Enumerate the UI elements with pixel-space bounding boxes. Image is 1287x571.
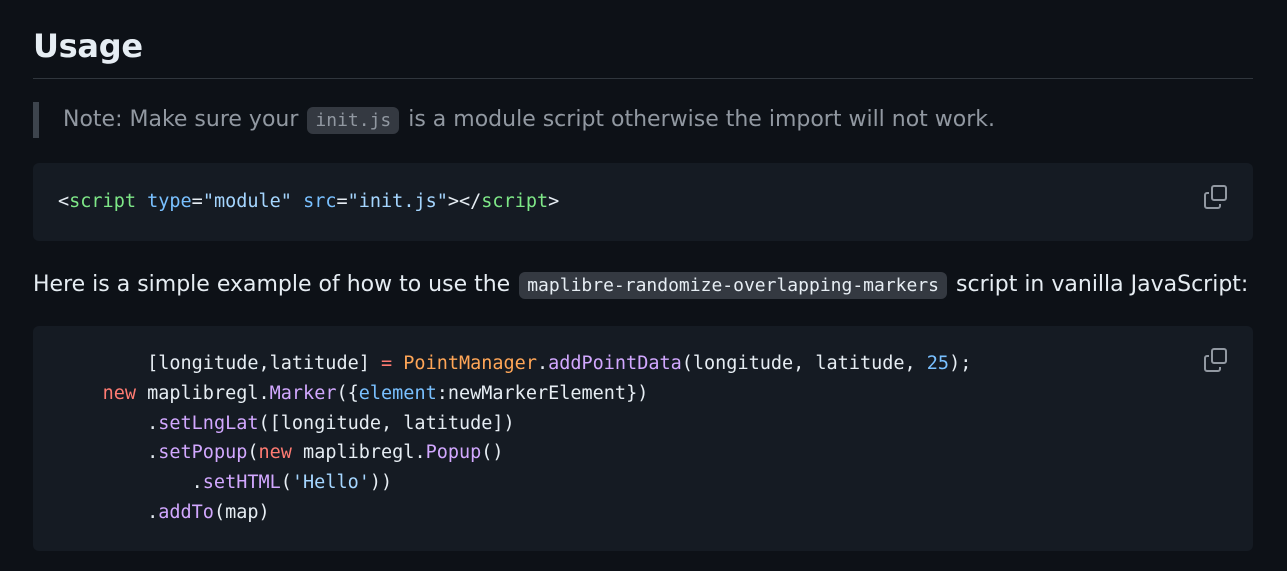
code-block-html: <script type="module" src="init.js"></sc… xyxy=(33,163,1253,241)
code-token: element xyxy=(358,382,437,404)
code-token: [longitude,latitude] xyxy=(58,353,382,374)
code-token: ( xyxy=(280,472,292,494)
paragraph-text-before: Here is a simple example of how to use t… xyxy=(33,272,518,297)
code-token: (map) xyxy=(213,501,270,523)
code-line: .setHTML('Hello')) xyxy=(58,472,393,494)
heading-divider xyxy=(33,78,1253,79)
code-token: < xyxy=(58,191,70,212)
code-token: ); xyxy=(949,353,972,374)
inline-code-init-js: init.js xyxy=(307,107,400,134)
copy-icon[interactable] xyxy=(1203,347,1229,373)
section-heading: Usage xyxy=(33,27,143,65)
code-token: . xyxy=(58,442,159,464)
code-token: 'Hello' xyxy=(291,472,370,494)
code-token: Marker xyxy=(269,382,337,404)
code-token: 25 xyxy=(926,353,950,374)
code-token: script xyxy=(481,191,549,212)
inline-code-package-name: maplibre-randomize-overlapping-markers xyxy=(519,272,948,299)
code-token: script xyxy=(69,191,136,212)
code-token: addPointData xyxy=(548,353,682,374)
code-token: setLngLat xyxy=(158,412,259,434)
code-token: ({ xyxy=(336,382,359,404)
code-token: Popup xyxy=(425,442,482,464)
code-token: ([longitude, latitude]) xyxy=(258,412,515,434)
paragraph-text-after: script in vanilla JavaScript: xyxy=(949,272,1249,297)
code-token: "init.js" xyxy=(347,191,448,212)
code-block-javascript: [longitude,latitude] = PointManager.addP… xyxy=(33,326,1253,551)
code-token: maplibregl. xyxy=(291,442,426,464)
code-content: [longitude,latitude] = PointManager.addP… xyxy=(58,349,972,528)
code-token: setPopup xyxy=(158,442,248,464)
code-token: )) xyxy=(369,472,393,494)
code-line: new maplibregl.Marker({element:newMarker… xyxy=(58,382,649,404)
code-token: ( xyxy=(247,442,259,464)
note-text-before: Note: Make sure your xyxy=(63,107,306,132)
code-token: new xyxy=(102,382,136,404)
code-line: .setLngLat([longitude, latitude]) xyxy=(58,413,515,434)
code-token: new xyxy=(258,442,292,464)
code-token: . xyxy=(58,412,159,434)
code-token: (longitude, latitude, xyxy=(681,353,927,374)
usage-paragraph: Here is a simple example of how to use t… xyxy=(33,266,1248,305)
note-blockquote: Note: Make sure your init.js is a module… xyxy=(33,102,995,138)
code-line: .setPopup(new maplibregl.Popup() xyxy=(58,442,504,464)
code-token: PointManager xyxy=(403,353,537,374)
code-token: setHTML xyxy=(202,472,281,494)
code-token: = xyxy=(381,353,393,374)
code-line: [longitude,latitude] = PointManager.addP… xyxy=(58,353,971,374)
code-token: addTo xyxy=(158,501,214,523)
code-token: . xyxy=(536,353,549,374)
code-token: "module" xyxy=(202,191,292,212)
code-token: = xyxy=(336,191,348,212)
code-token: type xyxy=(147,191,192,212)
code-token: ></ xyxy=(447,191,482,212)
code-token: = xyxy=(191,191,203,212)
code-token: :newMarkerElement}) xyxy=(436,382,649,404)
code-token: > xyxy=(548,191,560,212)
code-token: src xyxy=(303,191,337,212)
code-content: <script type="module" src="init.js"></sc… xyxy=(58,187,559,217)
code-token: . xyxy=(58,472,203,494)
copy-icon[interactable] xyxy=(1203,184,1229,210)
code-token: . xyxy=(58,501,159,523)
code-token: () xyxy=(481,442,504,464)
code-token: maplibregl. xyxy=(135,382,270,404)
code-line: .addTo(map) xyxy=(58,502,270,523)
note-text-after: is a module script otherwise the import … xyxy=(401,107,996,132)
